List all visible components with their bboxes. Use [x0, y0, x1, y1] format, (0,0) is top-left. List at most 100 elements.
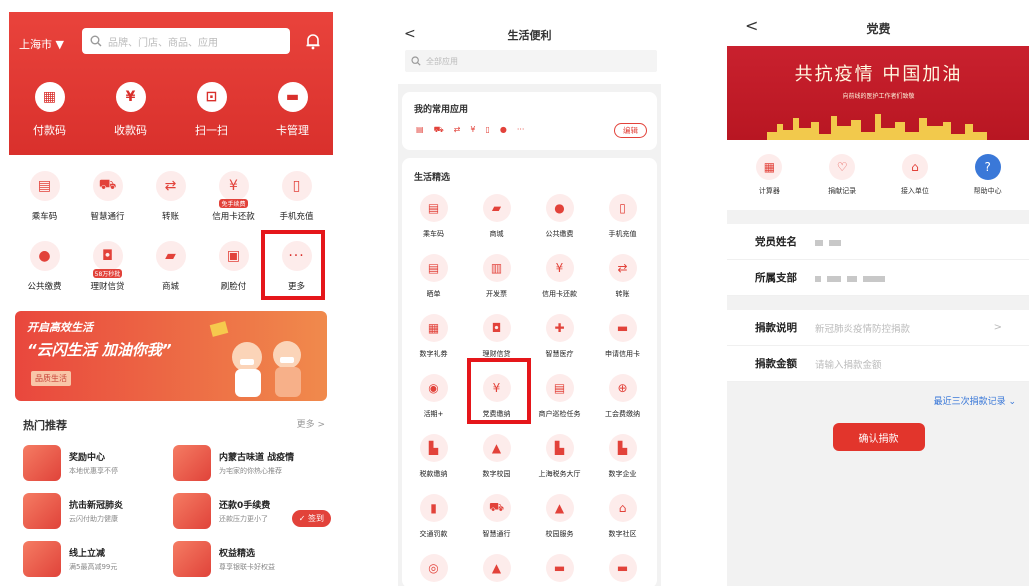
fav-app-icon[interactable]: ● — [500, 125, 507, 135]
more-highlight-box — [261, 230, 325, 300]
app-label: 数字社区 — [608, 530, 637, 538]
member-name-label: 党员姓名 — [755, 236, 797, 248]
donation-amount-input[interactable]: 请输入捐款金额 — [815, 357, 882, 371]
party-quick-label: 帮助中心 — [973, 187, 1002, 195]
app-item[interactable]: ▲ 校园服务 — [528, 494, 591, 554]
service-item[interactable]: ¥ 免手续费 信用卡还款 — [202, 165, 265, 235]
service-badge: 58万秒批 — [92, 269, 123, 278]
fav-app-icon[interactable]: ⛟ — [434, 125, 444, 135]
hot-item[interactable]: 内蒙古味道 战疫情 为宅家的你热心推荐 — [173, 439, 323, 487]
hot-list: 奖励中心 本地优惠享不停 内蒙古味道 战疫情 为宅家的你热心推荐 抗击新冠肺炎 云闪付助力… — [9, 439, 333, 583]
search-placeholder: 品牌、门店、商品、应用 — [108, 37, 218, 49]
quick-action[interactable]: ▦ 付款码 — [15, 82, 85, 138]
app-item[interactable]: ¥ 信用卡还款 — [528, 254, 591, 314]
quick-action[interactable]: ▬ 卡管理 — [258, 82, 328, 138]
app-item[interactable]: ▤ 商户巡检任务 — [528, 374, 591, 434]
scan-icon: ⊡ — [196, 82, 227, 112]
app-icon: ⌂ — [608, 494, 637, 522]
party-fee-highlight-box — [467, 358, 531, 424]
party-quick-item[interactable]: ⌂ 接入单位 — [885, 154, 945, 196]
hot-item[interactable]: 抗击新冠肺炎 云闪付助力健康 — [23, 487, 173, 535]
fav-app-icon[interactable]: ▯ — [485, 125, 489, 135]
app-item[interactable]: ◉ 活期+ — [402, 374, 465, 434]
app-item[interactable]: ● 公共缴费 — [528, 194, 591, 254]
app-item[interactable]: ▬ 申请信用卡 — [591, 314, 654, 374]
service-item[interactable]: ⛟ 智慧通行 — [76, 165, 139, 235]
edit-button[interactable]: 编辑 — [614, 123, 647, 138]
app-item[interactable]: ⛟ 智慧通行 — [465, 494, 528, 554]
hot-item[interactable]: 权益精选 尊享银联卡好权益 — [173, 535, 323, 583]
life-convenience-screen: < 生活便利 全部应用 我的常用应用 ▤ ⛟ ⇄ ¥ ▯ ● ··· 编辑 生活精选 ▤ 乘车… — [398, 12, 661, 586]
quick-action[interactable]: ¥ 收款码 — [96, 82, 166, 138]
app-item[interactable]: ✚ 智慧医疗 — [528, 314, 591, 374]
banner-illustration — [209, 321, 301, 397]
app-item[interactable]: ⇄ 转账 — [591, 254, 654, 314]
recent-donations-link[interactable]: 最近三次捐款记录 ⌄ — [727, 382, 1029, 407]
app-item[interactable]: ▤ 乘车码 — [402, 194, 465, 254]
promo-thumbnail — [23, 541, 61, 577]
party-quick-item[interactable]: ♡ 捐献记录 — [812, 154, 872, 196]
water-drop-icon: ● — [29, 241, 60, 271]
app-item[interactable]: ⊕ 工会费缴纳 — [591, 374, 654, 434]
party-quick-icon: ♡ — [829, 154, 856, 180]
service-item[interactable]: ▤ 乘车码 — [13, 165, 76, 235]
app-item[interactable]: ▲数字景区 — [465, 554, 528, 586]
bell-icon[interactable] — [305, 32, 321, 50]
app-item[interactable]: ▥ 开发票 — [465, 254, 528, 314]
app-label: 晒单 — [426, 290, 441, 298]
app-item[interactable]: ▙ 上海税务大厅 — [528, 434, 591, 494]
confirm-donation-button[interactable]: 确认捐款 — [832, 423, 925, 451]
quick-action[interactable]: ⊡ 扫一扫 — [177, 82, 247, 138]
service-item[interactable]: ▣ 刷脸付 — [202, 235, 265, 305]
app-label: 商户巡检任务 — [538, 410, 581, 418]
fav-app-icon[interactable]: ⇄ — [454, 125, 461, 135]
party-quick-label: 接入单位 — [900, 187, 929, 195]
hot-item[interactable]: 线上立减 满5最高减99元 — [23, 535, 173, 583]
donation-desc-label: 捐款说明 — [755, 322, 797, 334]
app-item[interactable]: ◎我的社保 — [402, 554, 465, 586]
car-icon: ⛟ — [92, 171, 123, 201]
fav-app-icon[interactable]: ··· — [517, 125, 525, 135]
checkin-button[interactable]: ✓ 签到 — [291, 510, 331, 527]
service-label: 转账 — [161, 212, 179, 222]
party-quick-item[interactable]: ▦ 计算器 — [739, 154, 799, 196]
fav-app-icon[interactable]: ¥ — [470, 125, 475, 135]
app-item[interactable]: ▰ 商城 — [465, 194, 528, 254]
app-item[interactable]: ▤ 晒单 — [402, 254, 465, 314]
service-label: 商城 — [161, 282, 179, 292]
app-item[interactable]: ▬小微企业卡 — [591, 554, 654, 586]
hot-item[interactable]: 奖励中心 本地优惠享不停 — [23, 439, 173, 487]
party-quick-item[interactable]: ? 帮助中心 — [958, 154, 1018, 196]
donation-desc-row[interactable]: 捐款说明 新冠肺炎疫情防控捐款 > — [727, 310, 1029, 346]
hot-text: 线上立减 满5最高减99元 — [69, 546, 117, 572]
app-item[interactable]: ▲ 数字校园 — [465, 434, 528, 494]
app-search-bar[interactable]: 全部应用 — [405, 50, 657, 72]
service-item[interactable]: ◘ 58万秒批 理财信贷 — [76, 235, 139, 305]
search-icon — [411, 56, 421, 66]
app-item[interactable]: ▙ 数字企业 — [591, 434, 654, 494]
donation-amount-row[interactable]: 捐款金额 请输入捐款金额 — [727, 346, 1029, 382]
app-item[interactable]: ▦ 数字礼券 — [402, 314, 465, 374]
app-icon: ⛟ — [482, 494, 511, 522]
fav-app-icon[interactable]: ▤ — [416, 125, 424, 135]
quick-actions: ▦ 付款码 ¥ 收款码 ⊡ 扫一扫 ▬ 卡管理 — [9, 82, 333, 138]
app-icon: ◉ — [419, 374, 448, 402]
app-item[interactable]: ▮ 交通罚款 — [402, 494, 465, 554]
donation-desc-value: 新冠肺炎疫情防控捐款 — [815, 323, 911, 335]
app-item[interactable]: ▯ 手机充值 — [591, 194, 654, 254]
hot-more-link[interactable]: 更多 > — [297, 417, 325, 433]
service-item[interactable]: ▰ 商城 — [139, 235, 202, 305]
search-bar[interactable]: 品牌、门店、商品、应用 — [82, 28, 290, 54]
banner-subtitle: 向前线的医护工作者们致敬 — [842, 93, 915, 100]
donation-section: 捐款说明 新冠肺炎疫情防控捐款 > 捐款金额 请输入捐款金额 — [727, 310, 1029, 382]
app-icon: ✚ — [545, 314, 574, 342]
city-selector[interactable]: 上海市 ▼ — [19, 36, 64, 52]
app-item[interactable]: ⌂ 数字社区 — [591, 494, 654, 554]
service-item[interactable]: ▯ 手机充值 — [265, 165, 328, 235]
app-item[interactable]: ▙ 税款缴纳 — [402, 434, 465, 494]
service-item[interactable]: ⇄ 转账 — [139, 165, 202, 235]
service-item[interactable]: ● 公共缴费 — [13, 235, 76, 305]
skyline-illustration — [767, 114, 987, 140]
app-item[interactable]: ▬乡村振兴卡 — [528, 554, 591, 586]
promo-banner[interactable]: 开启高效生活 “云闪生活 加油你我” 品质生活 — [15, 311, 327, 401]
